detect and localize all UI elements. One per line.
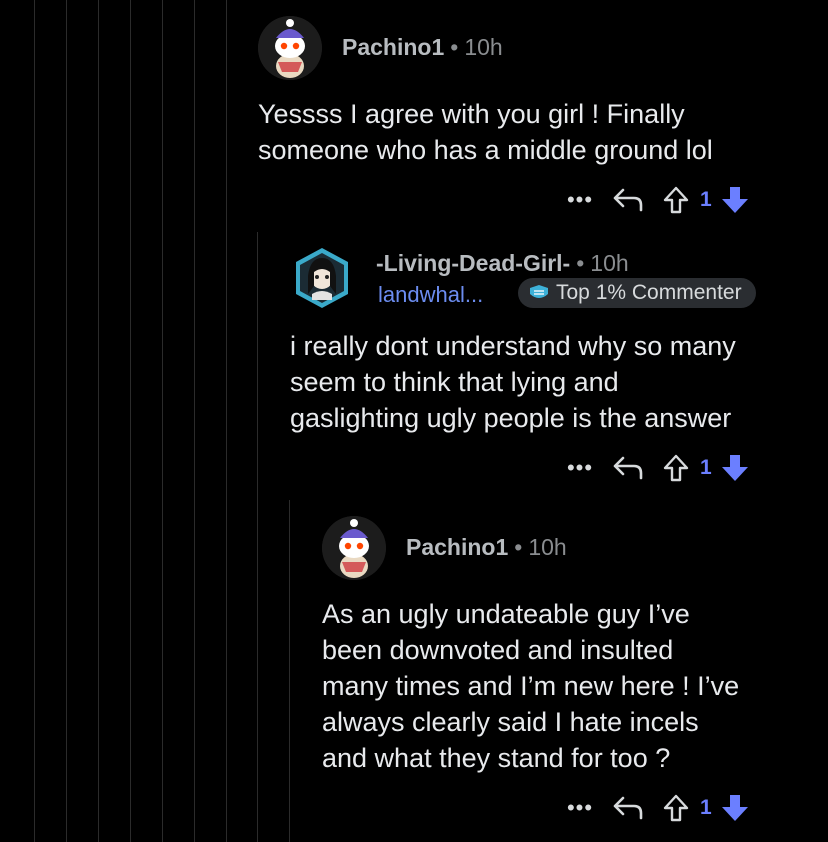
snoo-avatar-icon — [322, 516, 386, 580]
more-options-icon[interactable]: ••• — [560, 187, 600, 213]
comment-body: i really dont understand why so many see… — [290, 331, 736, 433]
upvote-icon[interactable] — [656, 185, 696, 215]
thread-line[interactable] — [257, 232, 258, 842]
separator-dot: • — [514, 534, 523, 560]
comment-age: 10h — [528, 534, 567, 560]
top-commenter-icon — [530, 285, 548, 298]
more-options-icon[interactable]: ••• — [560, 455, 600, 481]
comment-meta: Pachino1 • 10h — [406, 534, 567, 561]
comment-meta: Pachino1 • 10h — [342, 34, 503, 61]
thread-line — [66, 0, 67, 842]
avatar[interactable] — [258, 16, 322, 80]
more-options-icon[interactable]: ••• — [560, 795, 600, 821]
badge-label: Top 1% Commenter — [556, 281, 742, 304]
top-commenter-badge[interactable]: Top 1% Commenter — [518, 278, 756, 308]
thread-line — [162, 0, 163, 842]
thread-line — [130, 0, 131, 842]
thread-line — [226, 0, 227, 842]
thread-line[interactable] — [289, 500, 290, 842]
thread-line — [34, 0, 35, 842]
comment-age: 10h — [464, 34, 503, 60]
vote-count: 1 — [700, 796, 712, 819]
upvote-icon[interactable] — [656, 453, 696, 483]
comment-actions: ••• 1 — [560, 792, 752, 824]
reply-icon[interactable] — [600, 794, 656, 822]
comment-actions: ••• 1 — [560, 184, 752, 216]
thread-line — [194, 0, 195, 842]
reply-icon[interactable] — [600, 186, 656, 214]
downvote-icon[interactable] — [718, 453, 752, 483]
user-flair[interactable]: landwhal... — [378, 282, 483, 308]
snoo-avatar-icon — [258, 16, 322, 80]
comment-body: As an ugly undateable guy I’ve been down… — [322, 599, 740, 773]
comment-actions: ••• 1 — [560, 452, 752, 484]
separator-dot: • — [450, 34, 459, 60]
author-name[interactable]: Pachino1 — [342, 34, 444, 60]
avatar[interactable] — [322, 516, 386, 580]
vote-count: 1 — [700, 188, 712, 211]
vote-count: 1 — [700, 456, 712, 479]
comment-age: 10h — [590, 250, 629, 276]
comment-meta: -Living-Dead-Girl- • 10h — [376, 250, 629, 277]
downvote-icon[interactable] — [718, 793, 752, 823]
avatar[interactable] — [290, 246, 354, 310]
hex-avatar-icon — [296, 248, 348, 308]
reply-icon[interactable] — [600, 454, 656, 482]
comment-body: Yessss I agree with you girl ! Finally s… — [258, 99, 713, 165]
author-name[interactable]: -Living-Dead-Girl- — [376, 250, 570, 276]
upvote-icon[interactable] — [656, 793, 696, 823]
author-name[interactable]: Pachino1 — [406, 534, 508, 560]
downvote-icon[interactable] — [718, 185, 752, 215]
thread-line — [98, 0, 99, 842]
separator-dot: • — [576, 250, 585, 276]
